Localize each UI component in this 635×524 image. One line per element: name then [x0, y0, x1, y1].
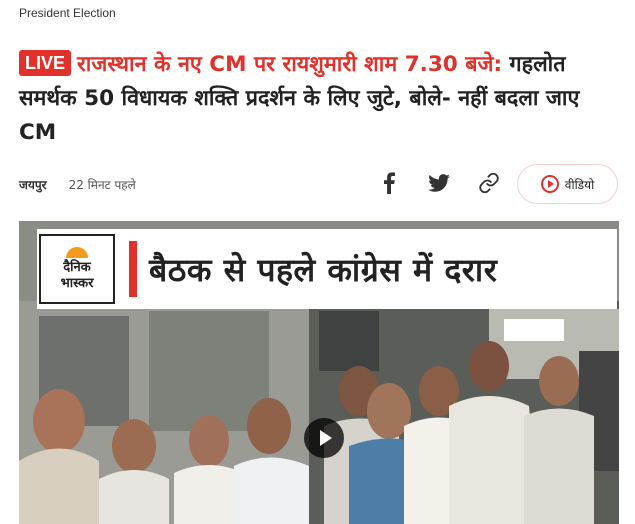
timestamp: 22 मिनट पहले [68, 178, 136, 192]
video-player[interactable]: दैनिक भास्कर बैठक से पहले कांग्रेस में द… [19, 221, 619, 524]
article-meta: जयपुर 22 मिनट पहले [19, 176, 136, 193]
location-label: जयपुर [19, 178, 47, 192]
headline: LIVE राजस्थान के नए CM पर रायशुमारी शाम 7… [19, 48, 619, 150]
dainik-bhaskar-logo: दैनिक भास्कर [39, 234, 115, 304]
live-badge: LIVE [19, 50, 72, 76]
twitter-icon[interactable] [426, 170, 452, 196]
play-icon[interactable] [304, 418, 344, 458]
category-label[interactable]: President Election [19, 6, 116, 20]
play-circle-icon [540, 175, 559, 193]
link-icon[interactable] [476, 170, 502, 196]
video-button-label: वीडियो [564, 177, 595, 192]
facebook-icon[interactable] [376, 170, 402, 196]
video-banner-title: बैठक से पहले कांग्रेस में दरार [149, 250, 498, 289]
video-banner: दैनिक भास्कर बैठक से पहले कांग्रेस में द… [37, 229, 617, 309]
headline-highlight: राजस्थान के नए CM पर रायशुमारी शाम 7.30 … [77, 52, 503, 77]
video-button[interactable]: वीडियो [517, 164, 618, 204]
logo-line2: भास्कर [60, 275, 94, 291]
logo-line1: दैनिक [63, 259, 91, 275]
banner-divider [129, 241, 137, 297]
share-bar [376, 170, 502, 196]
